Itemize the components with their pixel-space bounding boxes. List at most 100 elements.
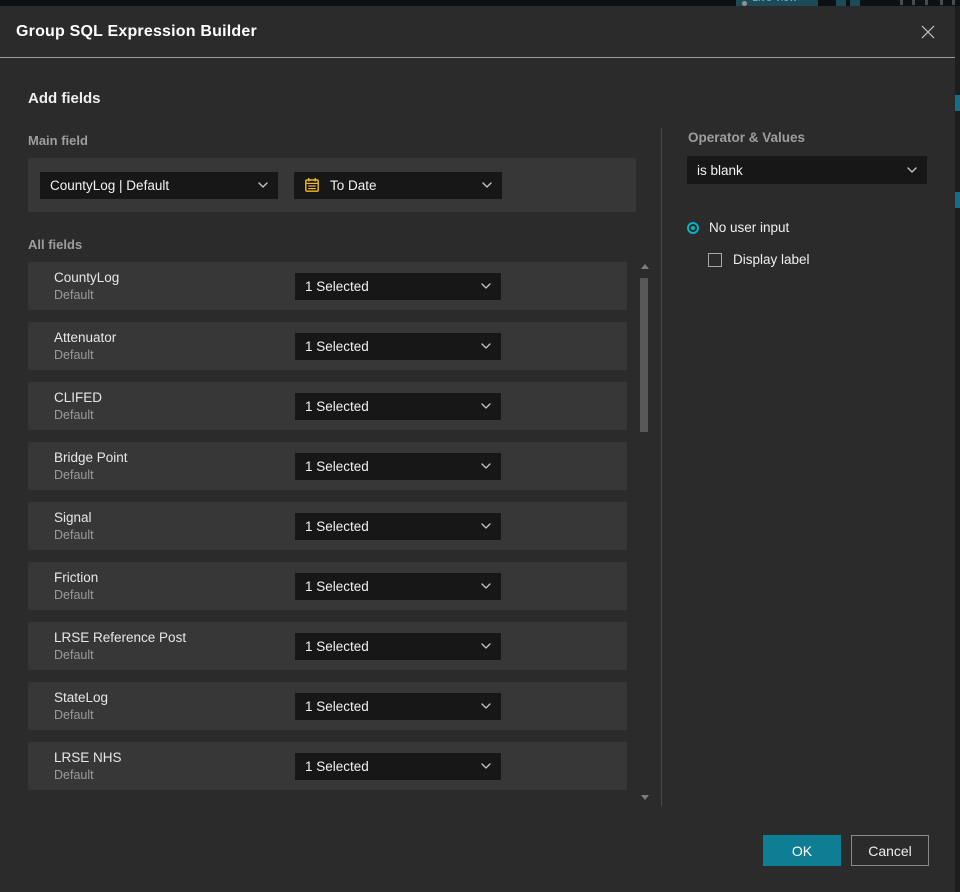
live-view-label: Live view bbox=[752, 0, 797, 4]
field-subtitle: Default bbox=[54, 648, 94, 662]
underlying-app-edge bbox=[955, 6, 960, 892]
main-field-label: Main field bbox=[28, 133, 88, 148]
screen: Live view Group SQL Expression Builder A… bbox=[0, 0, 960, 892]
field-selection-dropdown[interactable]: 1 Selected bbox=[295, 512, 501, 540]
field-selection-dropdown[interactable]: 1 Selected bbox=[295, 692, 501, 720]
dropdown-value: 1 Selected bbox=[305, 518, 369, 534]
field-subtitle: Default bbox=[54, 348, 94, 362]
dropdown-value: 1 Selected bbox=[305, 278, 369, 294]
display-label-checkbox[interactable]: Display label bbox=[708, 252, 810, 267]
field-name: CountyLog bbox=[54, 270, 120, 285]
field-type-dropdown[interactable]: To Date bbox=[294, 171, 502, 199]
field-name: Attenuator bbox=[54, 330, 117, 345]
field-name: CLIFED bbox=[54, 390, 103, 405]
all-fields-label: All fields bbox=[28, 237, 83, 252]
chevron-down-icon bbox=[907, 167, 917, 173]
dialog-title: Group SQL Expression Builder bbox=[16, 22, 257, 40]
field-info: CountyLog Default bbox=[54, 270, 295, 302]
dropdown-value: 1 Selected bbox=[305, 578, 369, 594]
all-fields-list: CountyLog Default 1 Selected Attenuator … bbox=[28, 262, 627, 802]
radio-label: No user input bbox=[709, 220, 790, 235]
dialog-footer: OK Cancel bbox=[763, 835, 929, 866]
field-selection-dropdown[interactable]: 1 Selected bbox=[295, 392, 501, 420]
field-selection-dropdown[interactable]: 1 Selected bbox=[295, 632, 501, 660]
field-subtitle: Default bbox=[54, 408, 94, 422]
field-name: LRSE NHS bbox=[54, 750, 122, 765]
panel-divider bbox=[661, 128, 662, 806]
checkbox-label: Display label bbox=[733, 252, 810, 267]
dropdown-value: 1 Selected bbox=[305, 698, 369, 714]
cancel-button[interactable]: Cancel bbox=[851, 835, 929, 866]
field-name: LRSE Reference Post bbox=[54, 630, 187, 645]
dropdown-value: is blank bbox=[697, 162, 743, 178]
field-subtitle: Default bbox=[54, 768, 94, 782]
chevron-down-icon bbox=[481, 283, 491, 289]
chevron-down-icon bbox=[481, 703, 491, 709]
field-subtitle: Default bbox=[54, 468, 94, 482]
field-subtitle: Default bbox=[54, 288, 94, 302]
field-subtitle: Default bbox=[54, 708, 94, 722]
calendar-icon bbox=[305, 178, 319, 192]
scrollbar-thumb[interactable] bbox=[640, 278, 648, 432]
dropdown-value: 1 Selected bbox=[305, 398, 369, 414]
field-row: Bridge Point Default 1 Selected bbox=[28, 442, 627, 490]
toolbar-icon-fragment bbox=[912, 0, 915, 5]
chevron-down-icon bbox=[258, 182, 268, 188]
field-info: Attenuator Default bbox=[54, 330, 295, 362]
chevron-down-icon bbox=[481, 403, 491, 409]
chevron-down-icon bbox=[481, 343, 491, 349]
field-info: Signal Default bbox=[54, 510, 295, 542]
group-sql-expression-builder-dialog: Group SQL Expression Builder Add fields … bbox=[0, 6, 955, 892]
field-row: CLIFED Default 1 Selected bbox=[28, 382, 627, 430]
toolbar-icon-fragment bbox=[940, 0, 943, 5]
checkbox-unchecked-icon bbox=[708, 252, 722, 267]
field-selection-dropdown[interactable]: 1 Selected bbox=[295, 272, 501, 300]
field-row: CountyLog Default 1 Selected bbox=[28, 262, 627, 310]
dropdown-value: CountyLog | Default bbox=[50, 177, 170, 193]
ok-button[interactable]: OK bbox=[763, 835, 841, 866]
field-selection-dropdown[interactable]: 1 Selected bbox=[295, 752, 501, 780]
field-name: Friction bbox=[54, 570, 99, 585]
field-row: LRSE NHS Default 1 Selected bbox=[28, 742, 627, 790]
field-info: Friction Default bbox=[54, 570, 295, 602]
scroll-up-arrow-icon[interactable] bbox=[641, 264, 649, 269]
scroll-down-arrow-icon[interactable] bbox=[641, 795, 649, 800]
chevron-down-icon bbox=[481, 763, 491, 769]
dropdown-value: 1 Selected bbox=[305, 758, 369, 774]
close-icon[interactable] bbox=[915, 19, 941, 45]
dialog-title-bar: Group SQL Expression Builder bbox=[0, 6, 955, 58]
add-fields-heading: Add fields bbox=[28, 90, 101, 107]
field-row: Friction Default 1 Selected bbox=[28, 562, 627, 610]
dropdown-value: 1 Selected bbox=[305, 458, 369, 474]
field-name: Signal bbox=[54, 510, 92, 525]
edge-accent-fragment bbox=[955, 192, 960, 208]
toolbar-icon-fragment bbox=[925, 0, 928, 5]
dropdown-value: 1 Selected bbox=[305, 638, 369, 654]
toolbar-icon-fragment bbox=[952, 0, 955, 5]
field-subtitle: Default bbox=[54, 528, 94, 542]
operator-values-label: Operator & Values bbox=[688, 130, 806, 145]
field-info: StateLog Default bbox=[54, 690, 295, 722]
field-subtitle: Default bbox=[54, 588, 94, 602]
chevron-down-icon bbox=[481, 583, 491, 589]
field-info: LRSE Reference Post Default bbox=[54, 630, 295, 662]
chevron-down-icon bbox=[481, 463, 491, 469]
main-field-bar: CountyLog | Default To Date bbox=[28, 158, 636, 212]
field-name: StateLog bbox=[54, 690, 109, 705]
no-user-input-radio[interactable]: No user input bbox=[687, 220, 789, 235]
field-selection-dropdown[interactable]: 1 Selected bbox=[295, 332, 501, 360]
chevron-down-icon bbox=[482, 182, 492, 188]
field-row: StateLog Default 1 Selected bbox=[28, 682, 627, 730]
field-row: Signal Default 1 Selected bbox=[28, 502, 627, 550]
edge-accent-fragment bbox=[955, 95, 960, 111]
operator-dropdown[interactable]: is blank bbox=[687, 156, 927, 184]
radio-selected-icon bbox=[687, 221, 699, 234]
fields-list-scrollbar[interactable] bbox=[639, 262, 649, 802]
field-name: Bridge Point bbox=[54, 450, 128, 465]
field-selection-dropdown[interactable]: 1 Selected bbox=[295, 452, 501, 480]
field-row: Attenuator Default 1 Selected bbox=[28, 322, 627, 370]
field-row: LRSE Reference Post Default 1 Selected bbox=[28, 622, 627, 670]
field-info: Bridge Point Default bbox=[54, 450, 295, 482]
main-field-dropdown[interactable]: CountyLog | Default bbox=[40, 171, 278, 199]
field-selection-dropdown[interactable]: 1 Selected bbox=[295, 572, 501, 600]
